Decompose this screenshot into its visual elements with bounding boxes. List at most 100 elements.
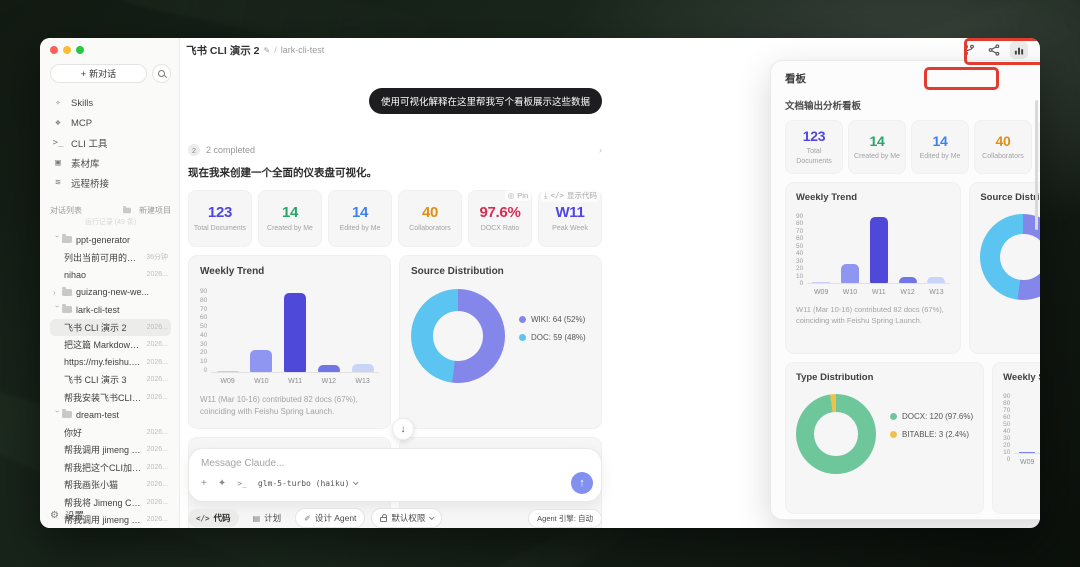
sidebar-item-remote-bridge[interactable]: ≋ 远程桥接 [50,173,171,193]
completed-tasks-row[interactable]: 2 2 completed › [188,144,602,156]
stat-label: Collaborators [409,224,451,232]
project-folder-row[interactable]: › lark-cli-test [50,301,171,319]
settings-button[interactable]: ⚙ 设置 [50,508,84,523]
stat-label: Total Documents [796,148,832,165]
chat-item-row[interactable]: 列出当前可用的所有 ...36分钟 [50,249,171,267]
bar-W11 [869,216,888,283]
stacked-bar-W09 [1019,390,1036,453]
source-distribution-card: Source Distribution WIKI: 64 (52%) DOC: 5… [399,255,602,429]
git-branch-button[interactable] [960,41,978,59]
agent-engine-badge[interactable]: Agent 引擎: 自动 [528,508,602,528]
design-agent-button[interactable]: ✐ 设计 Agent [295,508,366,528]
default-permission-button[interactable]: 默认权限 [371,508,443,528]
bar-column [349,285,376,372]
dashboard-panel-button[interactable] [1010,41,1028,59]
new-project-button[interactable]: 新建项目 [122,205,171,216]
x-tick-label: W09 [220,378,235,385]
scroll-to-bottom-button[interactable]: ↓ [392,418,414,440]
chevron-down-icon[interactable]: › [53,410,62,419]
legend-item: DOC: 59 (48%) [519,333,586,342]
chat-item-row[interactable]: 你好 2026... [50,424,171,442]
legend-text: DOC: 59 (48%) [531,333,586,342]
show-code-button[interactable]: ⤓ </> 显示代码 [541,189,600,202]
chat-item-row[interactable]: nihao 2026... [50,266,171,284]
stat-value: W11 [555,203,585,221]
download-icon: ⤓ [544,190,548,200]
project-folder-row[interactable]: › ppt-generator [50,231,171,249]
attach-button[interactable]: + [201,478,207,489]
pin-icon: ◎ [507,191,515,200]
y-tick-label: 90 [1003,393,1011,400]
plan-mode-button[interactable]: ▤ 计划 [245,509,290,527]
assistant-message: 现在我来创建一个全面的仪表盘可视化。 [188,167,377,179]
skills-icon: ✧ [55,98,61,108]
stat-label: Edited by Me [919,152,961,160]
bar-column [248,285,275,372]
zoom-window-button[interactable] [76,46,84,54]
close-window-button[interactable] [50,46,58,54]
chat-item-row[interactable]: 帮我画张小猫 2026... [50,476,171,494]
chart-caption: W11 (Mar 10-16) contributed 82 docs (67%… [796,305,944,326]
donut-legend: DOCX: 120 (97.6%) BITABLE: 3 (2.4%) [890,412,973,439]
x-tick-label: W09 [813,289,829,296]
new-project-label: 新建项目 [139,206,171,215]
chevron-right-icon[interactable]: › [53,288,62,297]
stat-label: Edited by Me [339,224,381,232]
chat-item-label: 帮我把这个CLI加入C... [64,462,143,473]
chat-item-row[interactable]: https://my.feishu.cn... 2026... [50,354,171,372]
edit-title-icon[interactable]: ✎ [264,46,271,55]
sidebar-item-skills[interactable]: ✧ Skills [50,93,171,113]
search-button[interactable] [152,64,171,83]
share-button[interactable] [985,41,1003,59]
chat-item-row[interactable]: 飞书 CLI 演示 3 2026... [50,371,171,389]
message-composer[interactable]: Message Claude... + ✦ >_ glm-5-turbo (ha… [188,448,602,502]
sidebar-item-mcp[interactable]: ❖ MCP [50,113,171,133]
project-folder-row[interactable]: › dream-test [50,406,171,424]
sidebar-menu: ✧ Skills ❖ MCP >_ CLI 工具 ▣ 素材库 ≋ 远程桥接 [50,93,171,193]
sidebar-item-cli-tools[interactable]: >_ CLI 工具 [50,133,171,153]
source-distribution-chart: WIKI: 64 (52%)DOC: 59 (48%) [980,210,1040,300]
weekly-trend-chart: 90 80 70 60 50 40 30 20 10 0 W09 W10 W11 W12 W13 [796,210,951,296]
terminal-button[interactable]: >_ [237,479,247,488]
project-folder-row[interactable]: › guizang-new-we... [50,284,171,302]
chart-title: Weekly Trend [796,192,858,203]
send-button[interactable]: ↑ [571,472,593,494]
chevron-down-icon [353,479,359,486]
mcp-icon: ❖ [55,118,61,128]
chat-item-row[interactable]: 把这篇 Markdown 内...2026... [50,336,171,354]
stat-value: 40 [995,132,1011,149]
y-tick-label: 60 [796,235,804,243]
chevron-down-icon[interactable]: › [53,235,62,244]
legend-text: WIKI: 64 (52%) [531,315,586,324]
bar-column [282,285,309,372]
bar-column [839,210,861,283]
pin-button[interactable]: ◎ Pin [504,190,532,201]
scrollbar-thumb[interactable] [1035,100,1038,230]
chat-item-time: 2026... [146,323,168,331]
bar-W12 [317,365,340,372]
minimize-window-button[interactable] [63,46,71,54]
y-axis: 90 80 70 60 50 40 30 20 10 0 [1003,393,1011,463]
breadcrumb-project[interactable]: lark-cli-test [281,45,325,55]
sidebar-item-label: MCP [71,117,93,129]
chat-item-row[interactable]: 帮我把这个CLI加入C...2026... [50,459,171,477]
chat-item-row[interactable]: 帮我安装飞书CLI： s...2026... [50,389,171,407]
sidebar-item-assets[interactable]: ▣ 素材库 [50,153,171,173]
chat-item-row[interactable]: 飞书 CLI 演示 2 2026... [50,318,171,336]
new-chat-button[interactable]: + 新对话 [50,64,147,83]
model-selector[interactable]: glm-5-turbo (haiku) [258,479,359,488]
y-tick-label: 80 [1003,400,1011,407]
donut-legend: WIKI: 64 (52%) DOC: 59 (48%) [519,315,586,342]
chevron-down-icon[interactable]: › [53,305,62,314]
bar-column [315,285,342,372]
code-mode-button[interactable]: </> 代码 [188,509,239,527]
donut-chart: WIKI: 64 (52%) DOC: 59 (48%) [411,285,590,383]
x-axis: W09W10W11W12W13 [1014,459,1040,466]
y-tick-label: 10 [1003,449,1011,456]
sparkle-button[interactable]: ✦ [218,478,226,489]
breadcrumb-separator: / [274,45,277,55]
chat-item-row[interactable]: 帮我调用 jimeng CLI...2026... [50,441,171,459]
stat-card: 14 Edited by Me [328,190,392,247]
chevron-right-icon[interactable]: › [599,145,602,155]
x-tick-label: W12 [900,289,915,296]
